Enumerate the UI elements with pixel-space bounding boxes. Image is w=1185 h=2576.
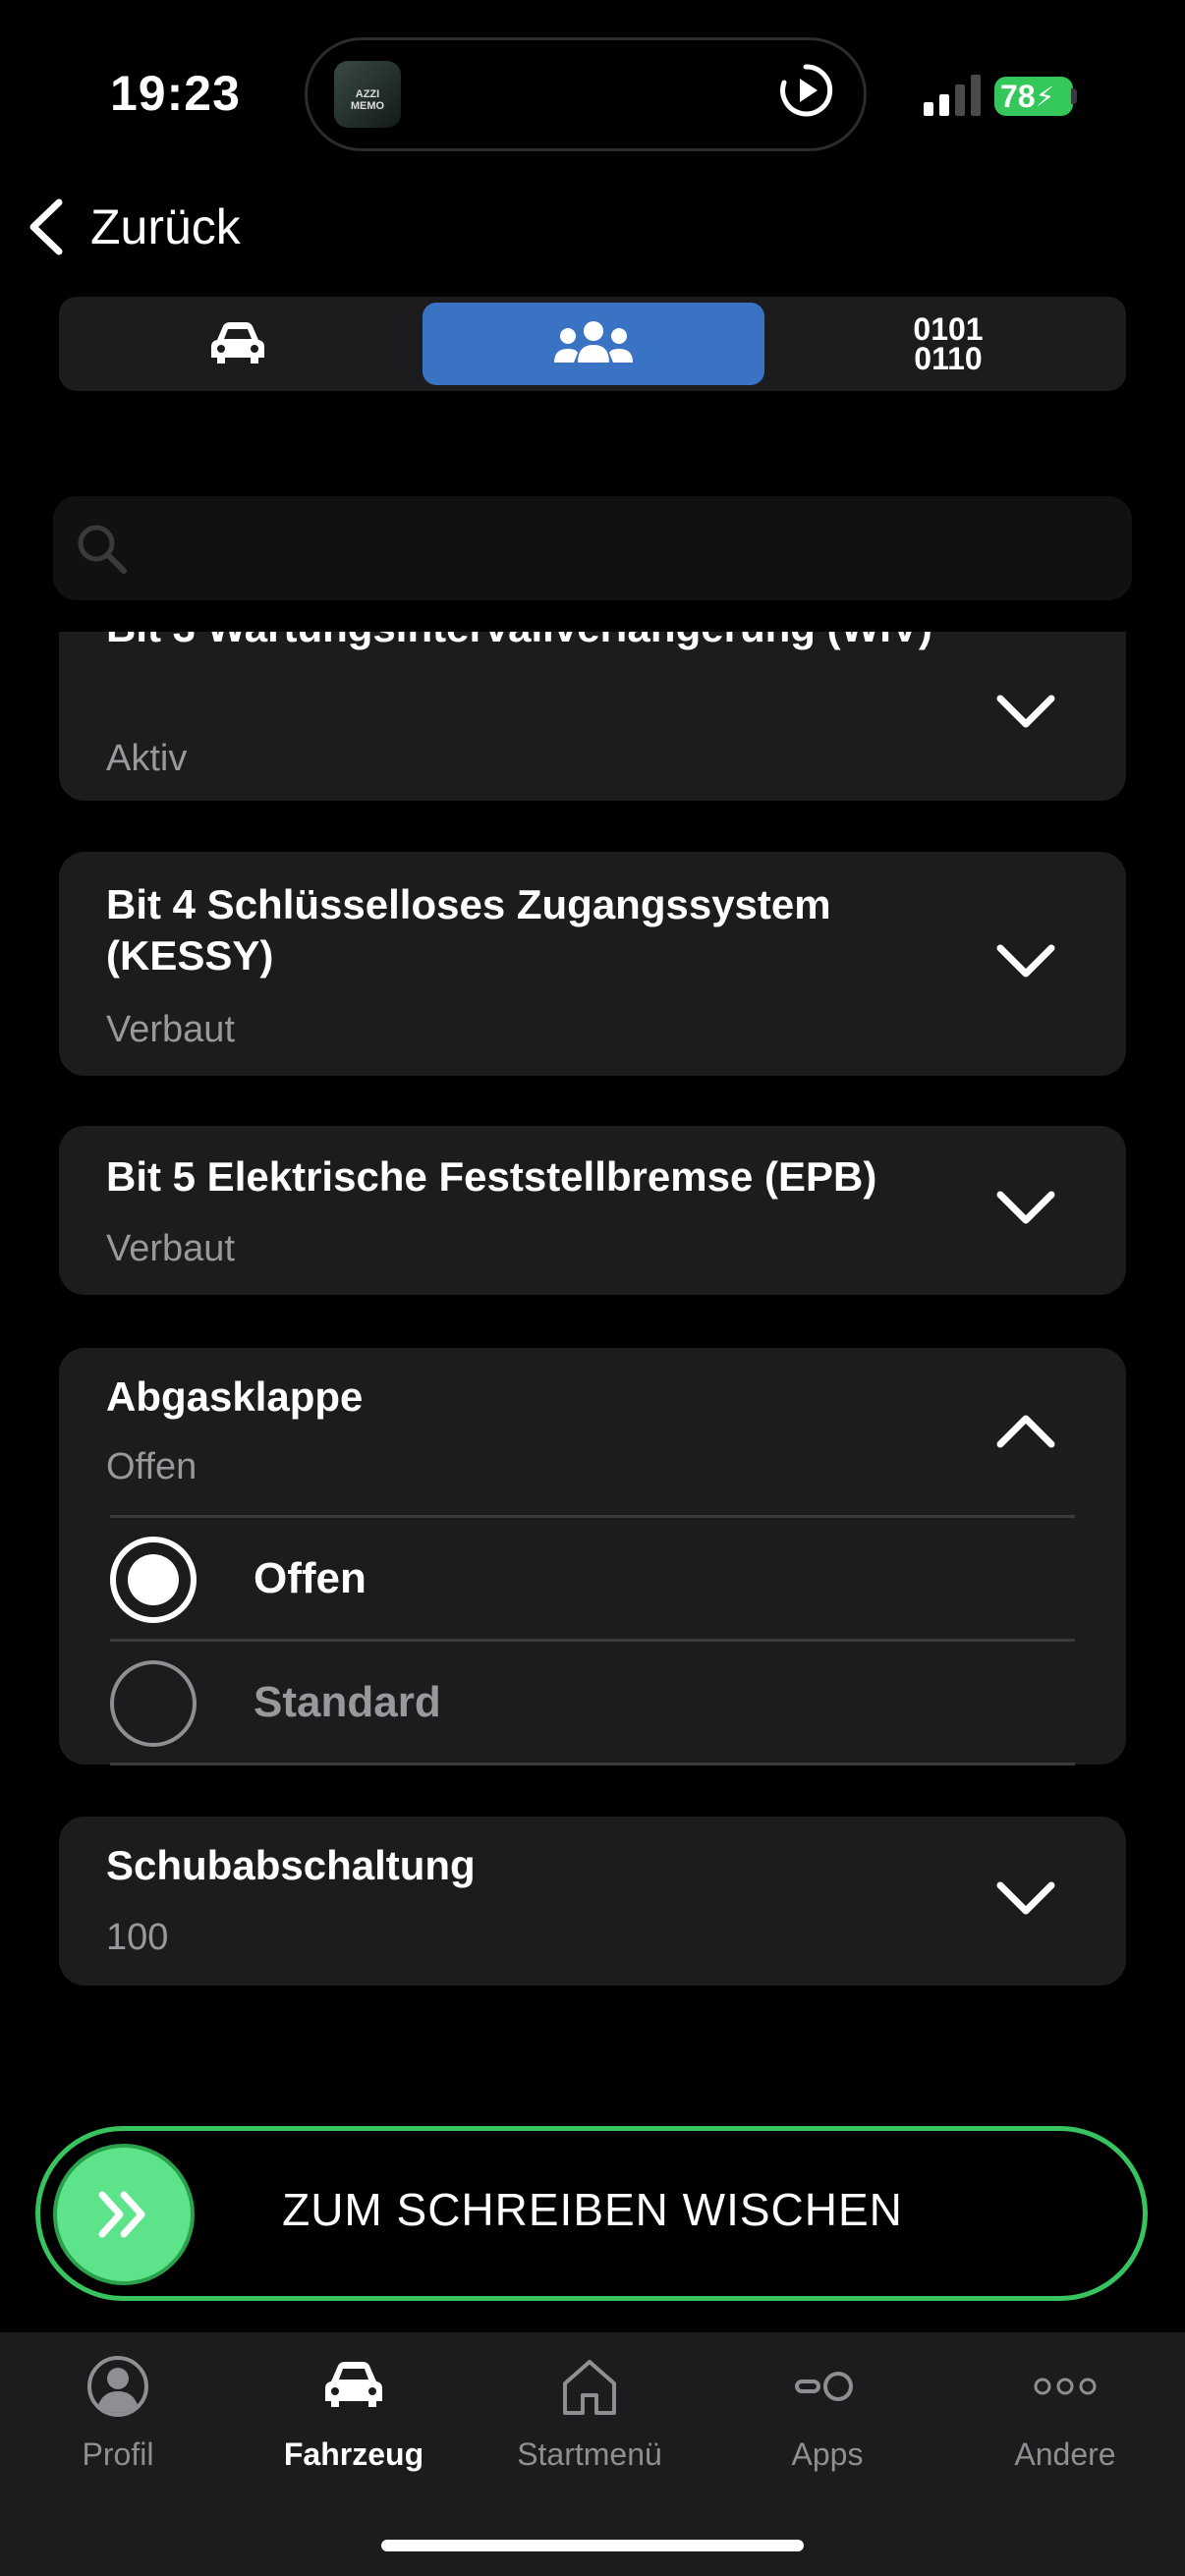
back-label: Zurück [90,199,241,254]
car-icon [211,322,264,364]
tab-label: Profil [82,2436,154,2472]
settings-list[interactable]: Bit 3 Wartungsintervallverlängerung (WIV… [0,632,1185,2046]
setting-card-schubabschaltung[interactable]: Schubabschaltung 100 [59,1817,1126,1986]
tab-label: Andere [1014,2436,1116,2472]
setting-card-kessy[interactable]: Bit 4 Schlüsselloses Zugangssystem (KESS… [59,852,1126,1076]
segment-vehicle[interactable] [65,303,411,385]
swipe-handle[interactable] [53,2144,195,2285]
back-button[interactable]: Zurück [24,196,241,257]
setting-title: Bit 5 Elektrische Feststellbremse (EPB) [106,1153,877,1200]
tab-label: Fahrzeug [283,2436,424,2472]
tab-label: Apps [791,2436,864,2472]
chevron-down-icon[interactable] [994,693,1057,732]
setting-title: Abgasklappe [106,1373,364,1420]
search-icon [78,525,127,574]
setting-title: Bit 4 Schlüsselloses Zugangssystem (KESS… [106,881,831,979]
segment-group[interactable] [423,303,764,385]
double-chevron-right-icon [98,2191,145,2238]
chevron-down-icon[interactable] [994,1189,1057,1228]
option-label-standard: Standard [254,1678,441,1726]
tab-label: Startmenü [517,2436,662,2472]
setting-card-abgasklappe[interactable]: Abgasklappe Offen Offen Standard [59,1348,1126,1765]
setting-title: Bit 3 Wartungsintervallverlängerung (WIV… [106,632,951,653]
setting-value: Verbaut [106,1228,235,1269]
tab-andere[interactable]: Andere [967,2352,1163,2473]
option-label-offen: Offen [254,1554,367,1602]
setting-value: Offen [106,1446,198,1487]
apps-icon [795,2372,853,2401]
home-icon [563,2360,616,2415]
setting-value: 100 [106,1917,169,1958]
signal-icon [924,75,981,116]
chevron-up-icon[interactable] [994,1411,1057,1450]
car-icon [325,2362,382,2407]
setting-card-wiv[interactable]: Bit 3 Wartungsintervallverlängerung (WIV… [59,632,1126,801]
segment-coding[interactable]: 0101 0110 [776,303,1120,385]
group-icon [554,321,633,363]
battery-tip [1071,88,1077,104]
more-icon [1034,2378,1097,2395]
search-bar[interactable] [53,496,1132,600]
segmented-control: 0101 0110 [59,297,1126,391]
divider [110,1639,1075,1642]
artwork-text: AZZI MEMO [350,88,385,112]
divider [110,1515,1075,1518]
profile-icon [87,2356,148,2417]
tab-profil[interactable]: Profil [20,2352,216,2473]
setting-title: Schubabschaltung [106,1842,476,1888]
radio-standard[interactable] [110,1660,197,1747]
setting-value: Verbaut [106,1009,235,1050]
setting-card-epb[interactable]: Bit 5 Elektrische Feststellbremse (EPB) … [59,1126,1126,1295]
chevron-down-icon[interactable] [994,1879,1057,1919]
chevron-down-icon[interactable] [994,942,1057,981]
setting-value: Aktiv [106,738,188,779]
search-input[interactable] [151,514,1118,585]
swipe-label: ZUM SCHREIBEN WISCHEN [282,2184,903,2235]
now-playing-artwork: AZZI MEMO [334,61,401,128]
chevron-left-icon [29,198,63,255]
tab-fahrzeug[interactable]: Fahrzeug [255,2352,452,2473]
play-icon[interactable] [776,61,835,120]
binary-line-2: 0110 [914,341,983,376]
binary-icon: 0101 0110 [913,311,984,376]
binary-line-1: 0101 [913,311,984,347]
battery-level: 78 [1000,78,1036,114]
tab-startmenu[interactable]: Startmenü [491,2352,688,2473]
home-indicator[interactable] [381,2540,804,2551]
battery-icon: 78 ⚡ [994,77,1073,116]
divider [110,1763,1075,1765]
status-time: 19:23 [110,66,241,121]
tab-apps[interactable]: Apps [729,2352,926,2473]
radio-offen[interactable] [110,1537,197,1623]
